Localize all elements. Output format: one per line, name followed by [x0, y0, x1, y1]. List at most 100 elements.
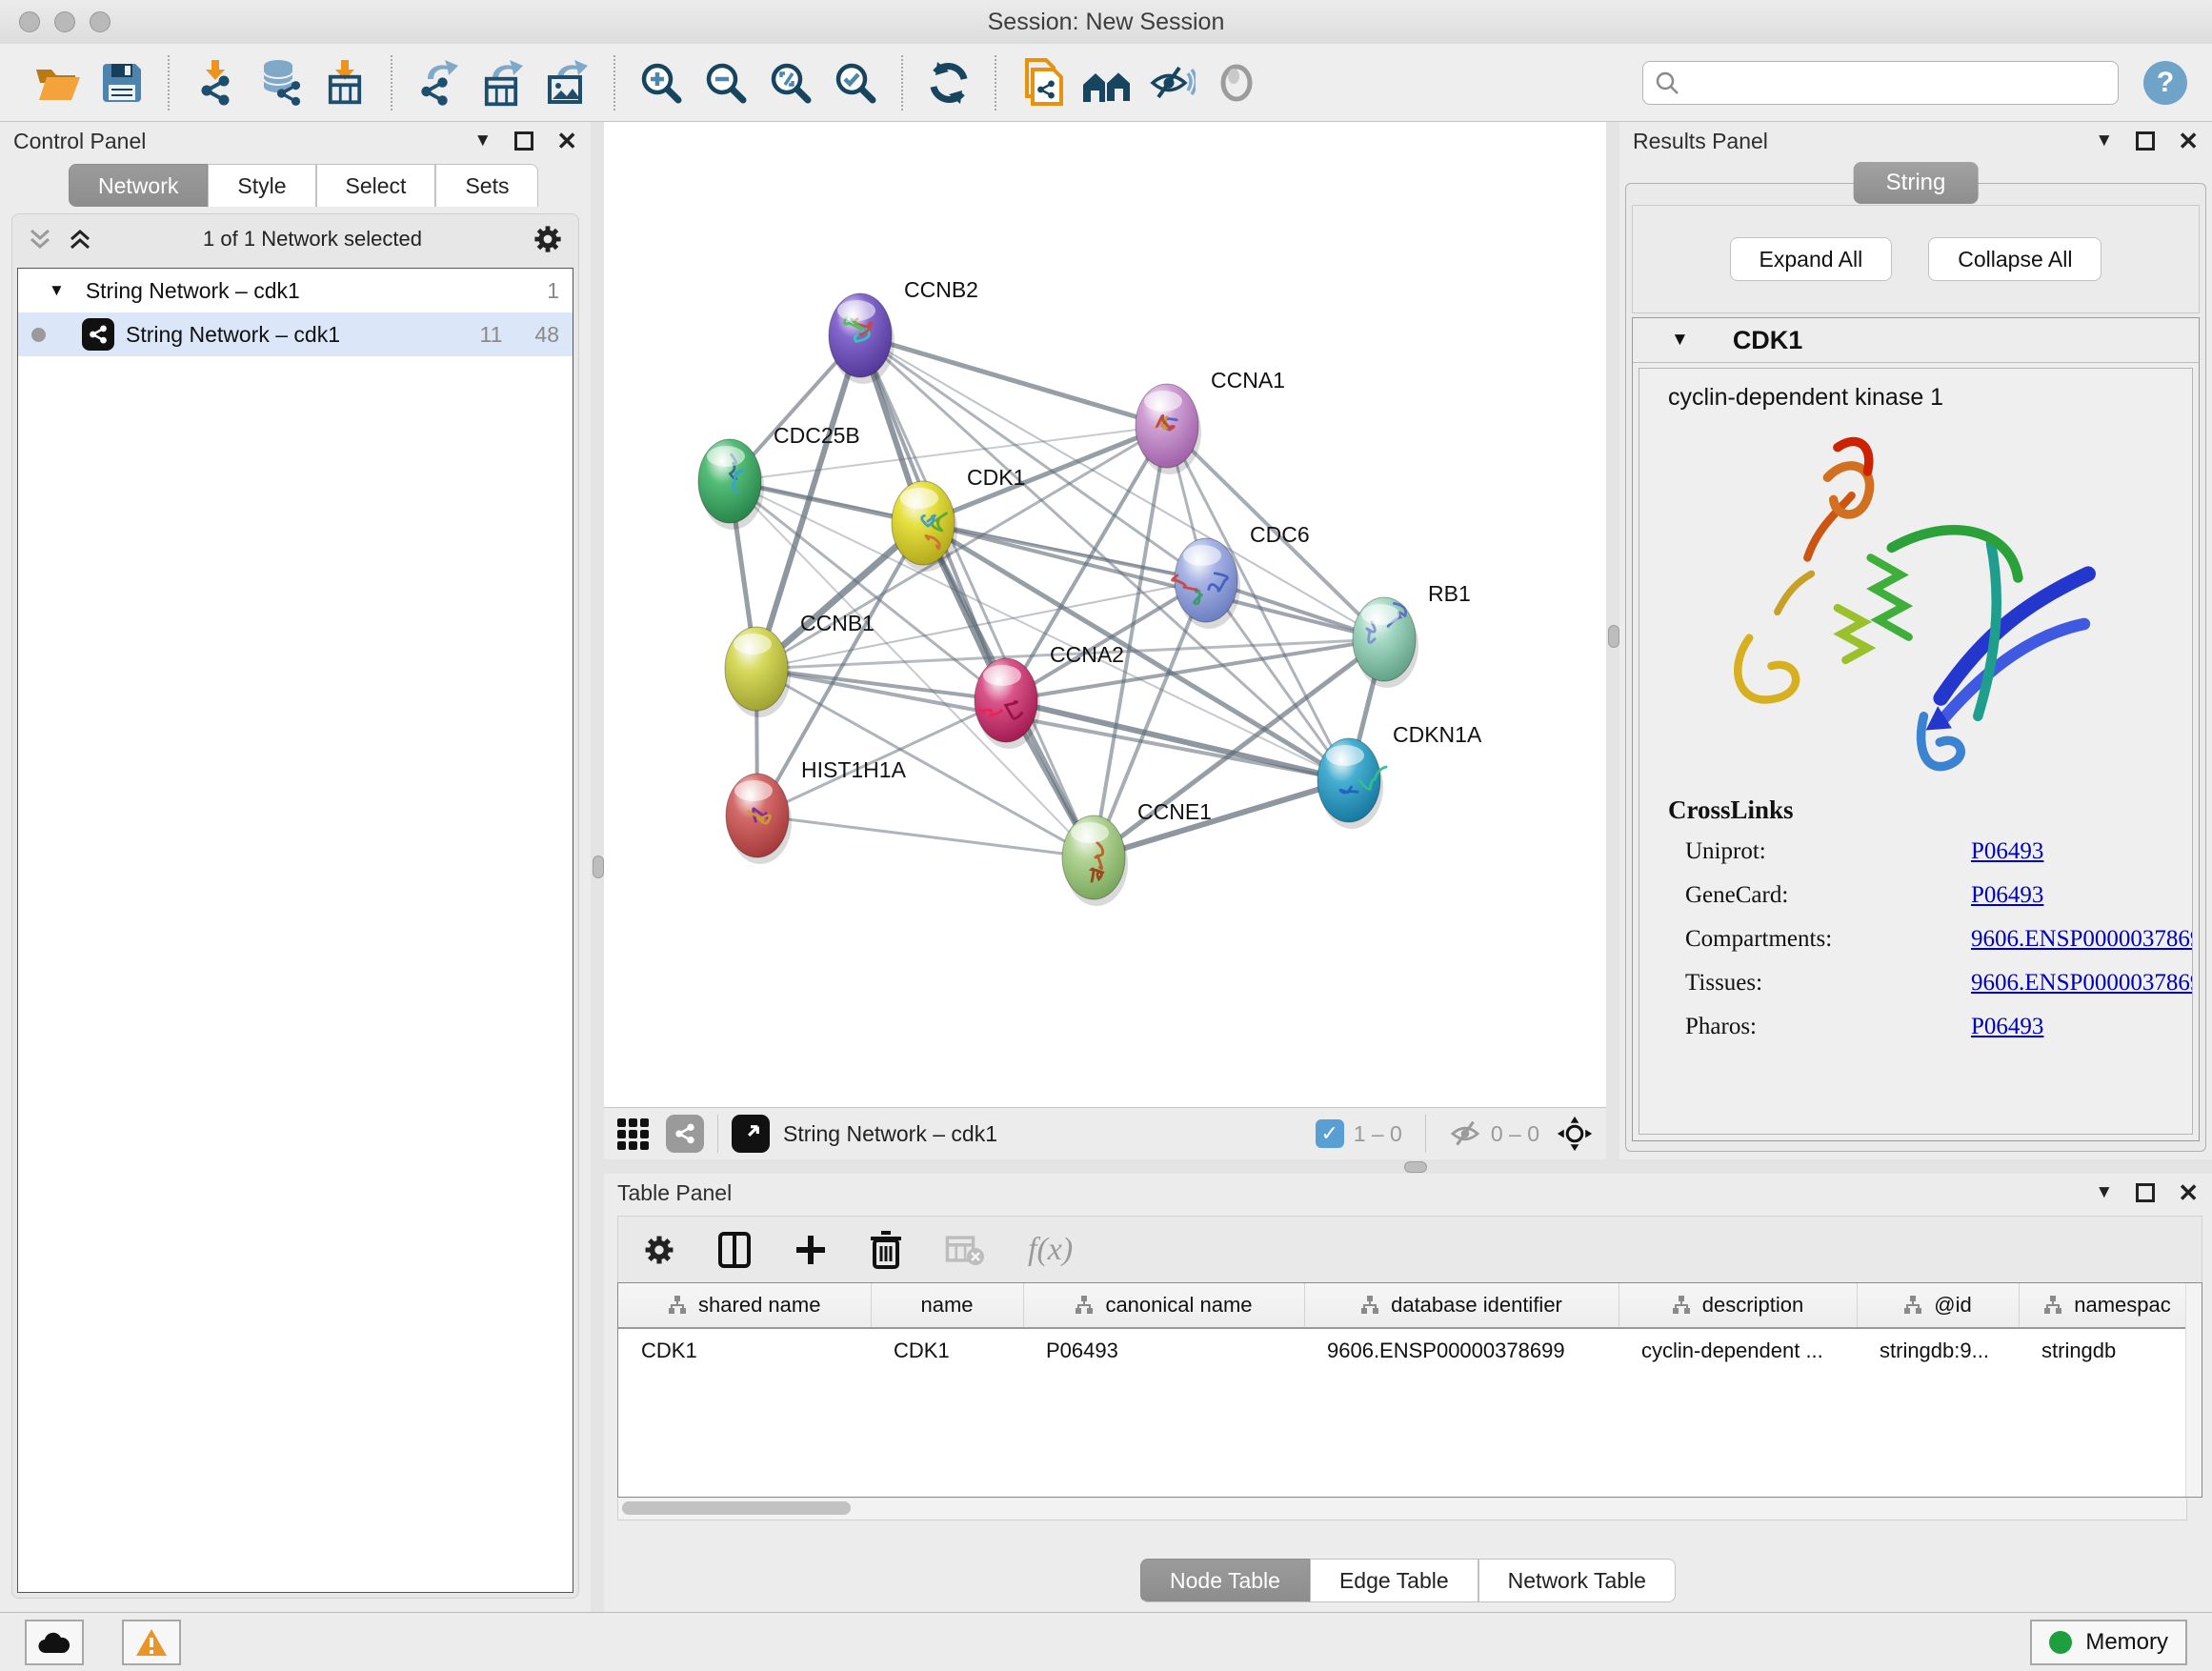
column-header[interactable]: canonical name	[1023, 1283, 1304, 1328]
network-view[interactable]: CCNB2CCNA1CDC25BCDK1CDC6RB1CCNB1CCNA2CDK…	[604, 122, 1606, 1159]
network-graph-canvas[interactable]: CCNB2CCNA1CDC25BCDK1CDC6RB1CCNB1CCNA2CDK…	[604, 122, 1606, 1107]
zoom-fit-button[interactable]	[764, 56, 817, 110]
column-header[interactable]: database identifier	[1304, 1283, 1619, 1328]
close-panel-icon[interactable]: ✕	[2178, 127, 2199, 156]
tab-network[interactable]: Network	[69, 164, 208, 207]
close-panel-icon[interactable]: ✕	[2178, 1178, 2199, 1208]
scrollbar-thumb[interactable]	[622, 1501, 851, 1515]
expand-all-button[interactable]: Expand All	[1730, 237, 1893, 281]
network-options-gear-icon[interactable]	[533, 224, 563, 254]
table-panel-splitter[interactable]	[604, 1159, 2212, 1174]
save-session-button[interactable]	[95, 56, 149, 110]
create-column-icon[interactable]	[794, 1233, 828, 1267]
crosslink-link[interactable]: P06493	[1971, 882, 2043, 909]
import-network-button[interactable]	[189, 56, 242, 110]
first-neighbors-button[interactable]	[1080, 56, 1134, 110]
network-node-CCNE1[interactable]: CCNE1	[1062, 799, 1212, 906]
memory-button[interactable]: Memory	[2030, 1620, 2187, 1665]
splitter-handle[interactable]	[593, 856, 604, 878]
show-all-button[interactable]	[1210, 56, 1263, 110]
tab-node-table[interactable]: Node Table	[1140, 1559, 1310, 1602]
float-panel-icon[interactable]	[514, 131, 533, 151]
selected-nodes-checkbox[interactable]: ✓	[1316, 1119, 1344, 1148]
panel-menu-icon[interactable]: ▼	[473, 131, 492, 151]
hide-selected-button[interactable]	[1145, 56, 1198, 110]
node-table[interactable]: shared name name canonical name database…	[617, 1282, 2202, 1498]
search-input[interactable]	[1679, 70, 2106, 96]
gene-card-header[interactable]: ▼ CDK1	[1633, 318, 2199, 363]
clone-network-button[interactable]	[1016, 56, 1069, 110]
control-panel-splitter[interactable]	[591, 122, 604, 1612]
network-node-HIST1H1A[interactable]: HIST1H1A	[726, 757, 907, 864]
crosslink-link[interactable]: 9606.ENSP00000378699	[1971, 970, 2193, 997]
float-panel-icon[interactable]	[2136, 131, 2155, 151]
cell-id[interactable]: stringdb:9...	[1857, 1328, 2019, 1373]
grid-view-icon[interactable]	[617, 1118, 649, 1150]
network-node-CCNB2[interactable]: CCNB2	[829, 277, 978, 384]
birds-eye-view-icon[interactable]	[732, 1115, 770, 1153]
collapse-all-icon[interactable]	[28, 227, 52, 252]
cloud-status-button[interactable]	[25, 1620, 84, 1665]
splitter-handle[interactable]	[1404, 1161, 1427, 1173]
panel-menu-icon[interactable]: ▼	[2095, 1182, 2113, 1203]
network-collection-row[interactable]: ▼ String Network – cdk1 1	[18, 269, 573, 312]
export-table-button[interactable]	[476, 56, 530, 110]
network-node-CDC6[interactable]: CDC6	[1173, 522, 1310, 629]
table-row[interactable]: CDK1 CDK1 P06493 9606.ENSP00000378699 cy…	[618, 1328, 2196, 1373]
splitter-handle[interactable]	[1608, 625, 1619, 648]
network-node-CDKN1A[interactable]: CDKN1A	[1317, 722, 1482, 829]
tab-style[interactable]: Style	[208, 164, 315, 207]
table-options-gear-icon[interactable]	[643, 1234, 675, 1266]
search-bar[interactable]	[1642, 61, 2119, 105]
cell-shared-name[interactable]: CDK1	[618, 1328, 871, 1373]
apply-style-button[interactable]	[922, 56, 975, 110]
cell-name[interactable]: CDK1	[871, 1328, 1023, 1373]
tab-string[interactable]: String	[1854, 162, 1979, 204]
cell-namespace[interactable]: stringdb	[2019, 1328, 2196, 1373]
fit-content-crosshair-icon[interactable]	[1557, 1116, 1593, 1152]
expand-all-icon[interactable]	[68, 227, 92, 252]
edge-CCNB1-CCNA2[interactable]	[756, 669, 1006, 700]
edge-CCNB2-CCNA1[interactable]	[860, 335, 1167, 426]
tab-sets[interactable]: Sets	[435, 164, 538, 207]
collapse-all-button[interactable]: Collapse All	[1928, 237, 2101, 281]
import-table-button[interactable]	[318, 56, 372, 110]
edge-CCNA2-CDKN1A[interactable]	[1006, 700, 1349, 780]
close-panel-icon[interactable]: ✕	[556, 127, 577, 156]
tab-edge-table[interactable]: Edge Table	[1310, 1559, 1478, 1602]
delete-column-icon[interactable]	[870, 1231, 902, 1269]
cell-canonical-name[interactable]: P06493	[1023, 1328, 1304, 1373]
crosslink-link[interactable]: 9606.ENSP00000378699	[1971, 926, 2193, 953]
column-header[interactable]: namespac	[2019, 1283, 2196, 1328]
network-row[interactable]: String Network – cdk1 11 48	[18, 312, 573, 356]
open-session-button[interactable]	[30, 56, 84, 110]
edge-CCNE1-HIST1H1A[interactable]	[757, 815, 1094, 857]
show-columns-icon[interactable]	[717, 1231, 752, 1269]
table-vertical-scrollbar[interactable]	[2185, 1283, 2202, 1497]
float-panel-icon[interactable]	[2136, 1183, 2155, 1202]
table-horizontal-scrollbar[interactable]	[617, 1499, 2187, 1520]
network-node-RB1[interactable]: RB1	[1353, 581, 1471, 688]
network-badge-icon[interactable]	[666, 1115, 704, 1153]
zoom-out-button[interactable]	[699, 56, 753, 110]
column-header[interactable]: @id	[1857, 1283, 2019, 1328]
help-button[interactable]: ?	[2143, 61, 2187, 105]
zoom-in-button[interactable]	[634, 56, 688, 110]
column-header[interactable]: name	[871, 1283, 1023, 1328]
warnings-button[interactable]	[122, 1620, 181, 1665]
export-image-button[interactable]	[541, 56, 594, 110]
edge-CCNE1-CDKN1A[interactable]	[1094, 780, 1349, 857]
crosslink-link[interactable]: P06493	[1971, 838, 2043, 865]
tab-select[interactable]: Select	[316, 164, 436, 207]
import-network-from-database-button[interactable]	[253, 56, 307, 110]
results-panel-splitter[interactable]	[1606, 122, 1619, 1159]
collection-expand-icon[interactable]: ▼	[49, 281, 65, 300]
panel-menu-icon[interactable]: ▼	[2095, 131, 2113, 151]
network-node-CCNA1[interactable]: CCNA1	[1136, 368, 1285, 474]
export-network-button[interactable]	[412, 56, 465, 110]
collapse-gene-icon[interactable]: ▼	[1671, 330, 1689, 351]
tab-network-table[interactable]: Network Table	[1478, 1559, 1676, 1602]
network-node-CDC25B[interactable]: CDC25B	[698, 423, 860, 530]
crosslink-link[interactable]: P06493	[1971, 1014, 2043, 1040]
cell-database-identifier[interactable]: 9606.ENSP00000378699	[1304, 1328, 1619, 1373]
